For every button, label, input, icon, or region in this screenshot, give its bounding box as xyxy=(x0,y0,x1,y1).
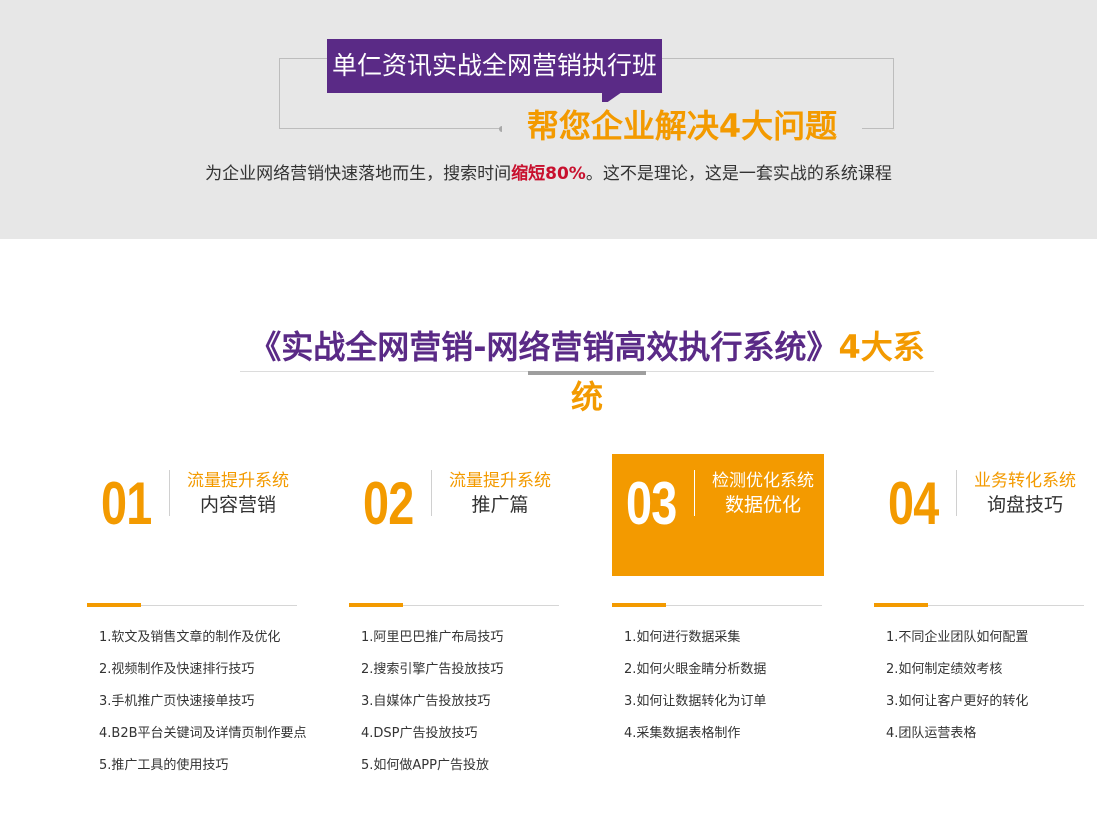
topic-list: 1.软文及销售文章的制作及优化 2.视频制作及快速排行技巧 3.手机推广页快速接… xyxy=(99,622,339,782)
system-name: 推广篇 xyxy=(471,494,529,516)
course-badge: 单仁资讯实战全网营销执行班 xyxy=(327,39,662,93)
section-divider-mark xyxy=(528,371,646,375)
system-category: 业务转化系统 xyxy=(974,471,1076,491)
list-item: 2.如何制定绩效考核 xyxy=(886,662,1003,677)
column-divider-mark xyxy=(349,603,403,607)
system-category: 检测优化系统 xyxy=(712,471,814,491)
system-number: 02 xyxy=(363,470,414,537)
section-title-main: 《实战全网营销-网络营销高效执行系统》 xyxy=(249,328,839,366)
list-item: 4.团队运营表格 xyxy=(886,726,977,741)
system-column-1: 01 流量提升系统 内容营销 1.软文及销售文章的制作及优化 2.视频制作及快速… xyxy=(87,454,307,773)
list-item: 3.自媒体广告投放技巧 xyxy=(361,694,491,709)
list-item: 3.如何让数据转化为订单 xyxy=(624,694,767,709)
topic-list: 1.阿里巴巴推广布局技巧 2.搜索引擎广告投放技巧 3.自媒体广告投放技巧 4.… xyxy=(361,622,601,782)
system-caption: 流量提升系统 内容营销 xyxy=(177,470,299,518)
list-item: 5.如何做APP广告投放 xyxy=(361,758,489,773)
list-item: 3.如何让客户更好的转化 xyxy=(886,694,1029,709)
list-item: 1.不同企业团队如何配置 xyxy=(886,630,1029,645)
system-column-3: 03 检测优化系统 数据优化 1.如何进行数据采集 2.如何火眼金睛分析数据 3… xyxy=(612,454,824,741)
subheadline-prefix: 为企业网络营销快速落地而生，搜索时间 xyxy=(205,164,512,184)
card-separator xyxy=(431,470,432,516)
system-name: 询盘技巧 xyxy=(986,494,1063,516)
card-separator xyxy=(956,470,957,516)
system-card-3[interactable]: 03 检测优化系统 数据优化 xyxy=(612,454,824,576)
list-item: 2.视频制作及快速排行技巧 xyxy=(99,662,255,677)
system-card-4[interactable]: 04 业务转化系统 询盘技巧 xyxy=(874,454,1086,576)
list-item: 1.软文及销售文章的制作及优化 xyxy=(99,630,281,645)
list-item: 1.阿里巴巴推广布局技巧 xyxy=(361,630,504,645)
system-card-2[interactable]: 02 流量提升系统 推广篇 xyxy=(349,454,561,576)
list-item: 2.如何火眼金睛分析数据 xyxy=(624,662,767,677)
system-name: 内容营销 xyxy=(199,494,276,516)
list-item: 5.推广工具的使用技巧 xyxy=(99,758,229,773)
system-column-4: 04 业务转化系统 询盘技巧 1.不同企业团队如何配置 2.如何制定绩效考核 3… xyxy=(874,454,1086,741)
topic-list: 1.如何进行数据采集 2.如何火眼金睛分析数据 3.如何让数据转化为订单 4.采… xyxy=(624,622,864,750)
system-caption: 业务转化系统 询盘技巧 xyxy=(964,470,1086,518)
system-card-1[interactable]: 01 流量提升系统 内容营销 xyxy=(87,454,299,576)
system-category: 流量提升系统 xyxy=(187,471,289,491)
list-item: 2.搜索引擎广告投放技巧 xyxy=(361,662,504,677)
subheadline: 为企业网络营销快速落地而生，搜索时间缩短80%。这不是理论，这是一套实战的系统课… xyxy=(0,160,1097,188)
system-category: 流量提升系统 xyxy=(449,471,551,491)
system-number: 04 xyxy=(888,470,939,537)
list-item: 1.如何进行数据采集 xyxy=(624,630,741,645)
system-name: 数据优化 xyxy=(724,494,801,516)
list-item: 3.手机推广页快速接单技巧 xyxy=(99,694,255,709)
topic-list: 1.不同企业团队如何配置 2.如何制定绩效考核 3.如何让客户更好的转化 4.团… xyxy=(886,622,1097,750)
headline: 帮您企业解决4大问题 xyxy=(502,102,862,150)
column-divider-mark xyxy=(874,603,928,607)
list-item: 4.采集数据表格制作 xyxy=(624,726,741,741)
system-caption: 检测优化系统 数据优化 xyxy=(702,470,824,518)
column-divider-mark xyxy=(612,603,666,607)
system-number: 01 xyxy=(101,470,152,537)
system-column-2: 02 流量提升系统 推广篇 1.阿里巴巴推广布局技巧 2.搜索引擎广告投放技巧 … xyxy=(349,454,561,773)
card-separator xyxy=(694,470,695,516)
list-item: 4.B2B平台关键词及详情页制作要点 xyxy=(99,726,307,741)
system-caption: 流量提升系统 推广篇 xyxy=(439,470,561,518)
subheadline-highlight: 缩短80% xyxy=(511,164,586,184)
system-number: 03 xyxy=(626,470,677,537)
list-item: 4.DSP广告投放技巧 xyxy=(361,726,478,741)
card-separator xyxy=(169,470,170,516)
subheadline-suffix: 。这不是理论，这是一套实战的系统课程 xyxy=(585,164,892,184)
column-divider-mark xyxy=(87,603,141,607)
